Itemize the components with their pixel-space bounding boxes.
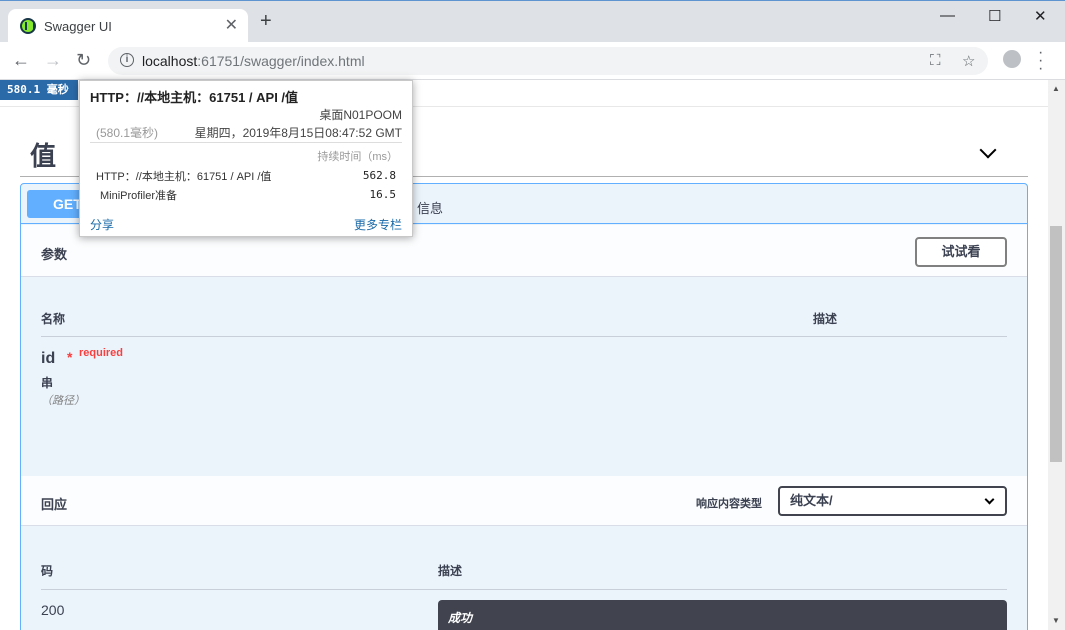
url-host: localhost — [142, 53, 198, 69]
content-type-select[interactable]: 纯文本/ — [778, 486, 1007, 516]
minimize-button[interactable]: — — [940, 7, 955, 24]
scroll-up-arrow-icon[interactable]: ▲ — [1052, 84, 1060, 93]
operation-description: 信息 — [417, 201, 444, 216]
response-code: 200 — [41, 602, 65, 618]
bookmark-star-icon[interactable]: ☆ — [962, 52, 975, 70]
profiler-duration: (580.1毫秒) — [96, 126, 159, 140]
param-name: id — [41, 350, 56, 367]
profiler-divider — [90, 142, 402, 143]
browser-menu-icon[interactable]: · · · — [1038, 45, 1043, 77]
content-type-value: 纯文本/ — [790, 493, 833, 508]
new-tab-button[interactable]: + — [260, 11, 272, 31]
swagger-favicon-icon — [20, 18, 36, 34]
maximize-button[interactable]: ☐ — [988, 7, 1001, 25]
profile-avatar-icon[interactable] — [1003, 50, 1021, 68]
url-text[interactable]: localhost:61751/swagger/index.html — [142, 53, 365, 69]
profiler-date: 星期四，2019年8月15日08:47:52 GMT — [194, 126, 402, 140]
param-col-name: 名称 — [41, 312, 66, 326]
section-collapse-chevron-icon[interactable] — [979, 141, 997, 159]
address-bar[interactable]: i localhost:61751/swagger/index.html ⛶ ☆ — [108, 47, 988, 75]
tab-strip: Swagger UI ✕ + — ☐ ✕ — [0, 0, 1065, 43]
profiler-share-link[interactable]: 分享 — [90, 216, 114, 233]
page-scrollbar[interactable]: ▲ ▼ — [1048, 80, 1065, 630]
profiler-row-value: 562.8 — [362, 169, 396, 182]
response-header-divider — [41, 589, 1007, 590]
response-description: 成功 — [448, 611, 473, 625]
miniprofiler-badge[interactable]: 580.1 毫秒 — [0, 80, 78, 100]
forward-arrow-icon[interactable]: → — [44, 50, 62, 71]
profiler-more-columns-link[interactable]: 更多专栏 — [354, 216, 402, 233]
param-location: （路径） — [41, 395, 85, 407]
tab-title: Swagger UI — [44, 19, 112, 34]
content-type-label: 响应内容类型 — [696, 498, 762, 510]
chevron-down-icon — [984, 494, 995, 505]
parameters-title: 参数 — [41, 247, 68, 262]
param-header-divider — [41, 336, 1007, 337]
profiler-row-label: HTTP：//本地主机：61751 / API /值 — [96, 171, 272, 183]
profiler-col-duration: 持续时间（ms） — [317, 151, 398, 163]
scroll-down-arrow-icon[interactable]: ▼ — [1052, 616, 1060, 625]
param-type: 串 — [41, 376, 54, 390]
required-star: * — [67, 349, 73, 365]
section-title[interactable]: 值 — [30, 136, 56, 173]
profiler-row-value: 16.5 — [369, 188, 397, 201]
profiler-row-label: MiniProfiler准备 — [100, 190, 178, 202]
response-col-description: 描述 — [438, 564, 463, 578]
responses-header: 回应 响应内容类型 纯文本/ — [21, 476, 1027, 526]
tab-close-icon[interactable]: ✕ — [225, 15, 238, 35]
site-info-icon[interactable]: i — [120, 53, 134, 67]
responses-title: 回应 — [41, 497, 68, 512]
operation-block-get: GET 信息 参数 试试看 名称 描述 id * required 串 （路径）… — [20, 183, 1028, 630]
scroll-thumb[interactable] — [1050, 226, 1062, 462]
try-it-out-button[interactable]: 试试看 — [915, 237, 1007, 267]
miniprofiler-popup: HTTP：//本地主机：61751 / API /值 桌面N01POOM (58… — [79, 80, 413, 237]
back-arrow-icon[interactable]: ← — [12, 50, 30, 71]
response-col-code: 码 — [41, 564, 54, 578]
profiler-request-name[interactable]: HTTP：//本地主机：61751 / API /值 — [90, 87, 298, 106]
response-description-box: 成功 — [438, 600, 1007, 630]
url-path: :61751/swagger/index.html — [197, 53, 365, 69]
param-col-description: 描述 — [813, 312, 838, 326]
tab-swagger-ui[interactable]: Swagger UI ✕ — [8, 9, 248, 43]
required-label: required — [79, 347, 124, 359]
translate-icon[interactable]: ⛶ — [930, 52, 941, 69]
reload-icon[interactable]: ↻ — [76, 50, 91, 71]
browser-toolbar: ← → ↻ i localhost:61751/swagger/index.ht… — [0, 42, 1065, 80]
profiler-machine: 桌面N01POOM — [319, 108, 402, 122]
close-window-button[interactable]: ✕ — [1034, 7, 1047, 25]
